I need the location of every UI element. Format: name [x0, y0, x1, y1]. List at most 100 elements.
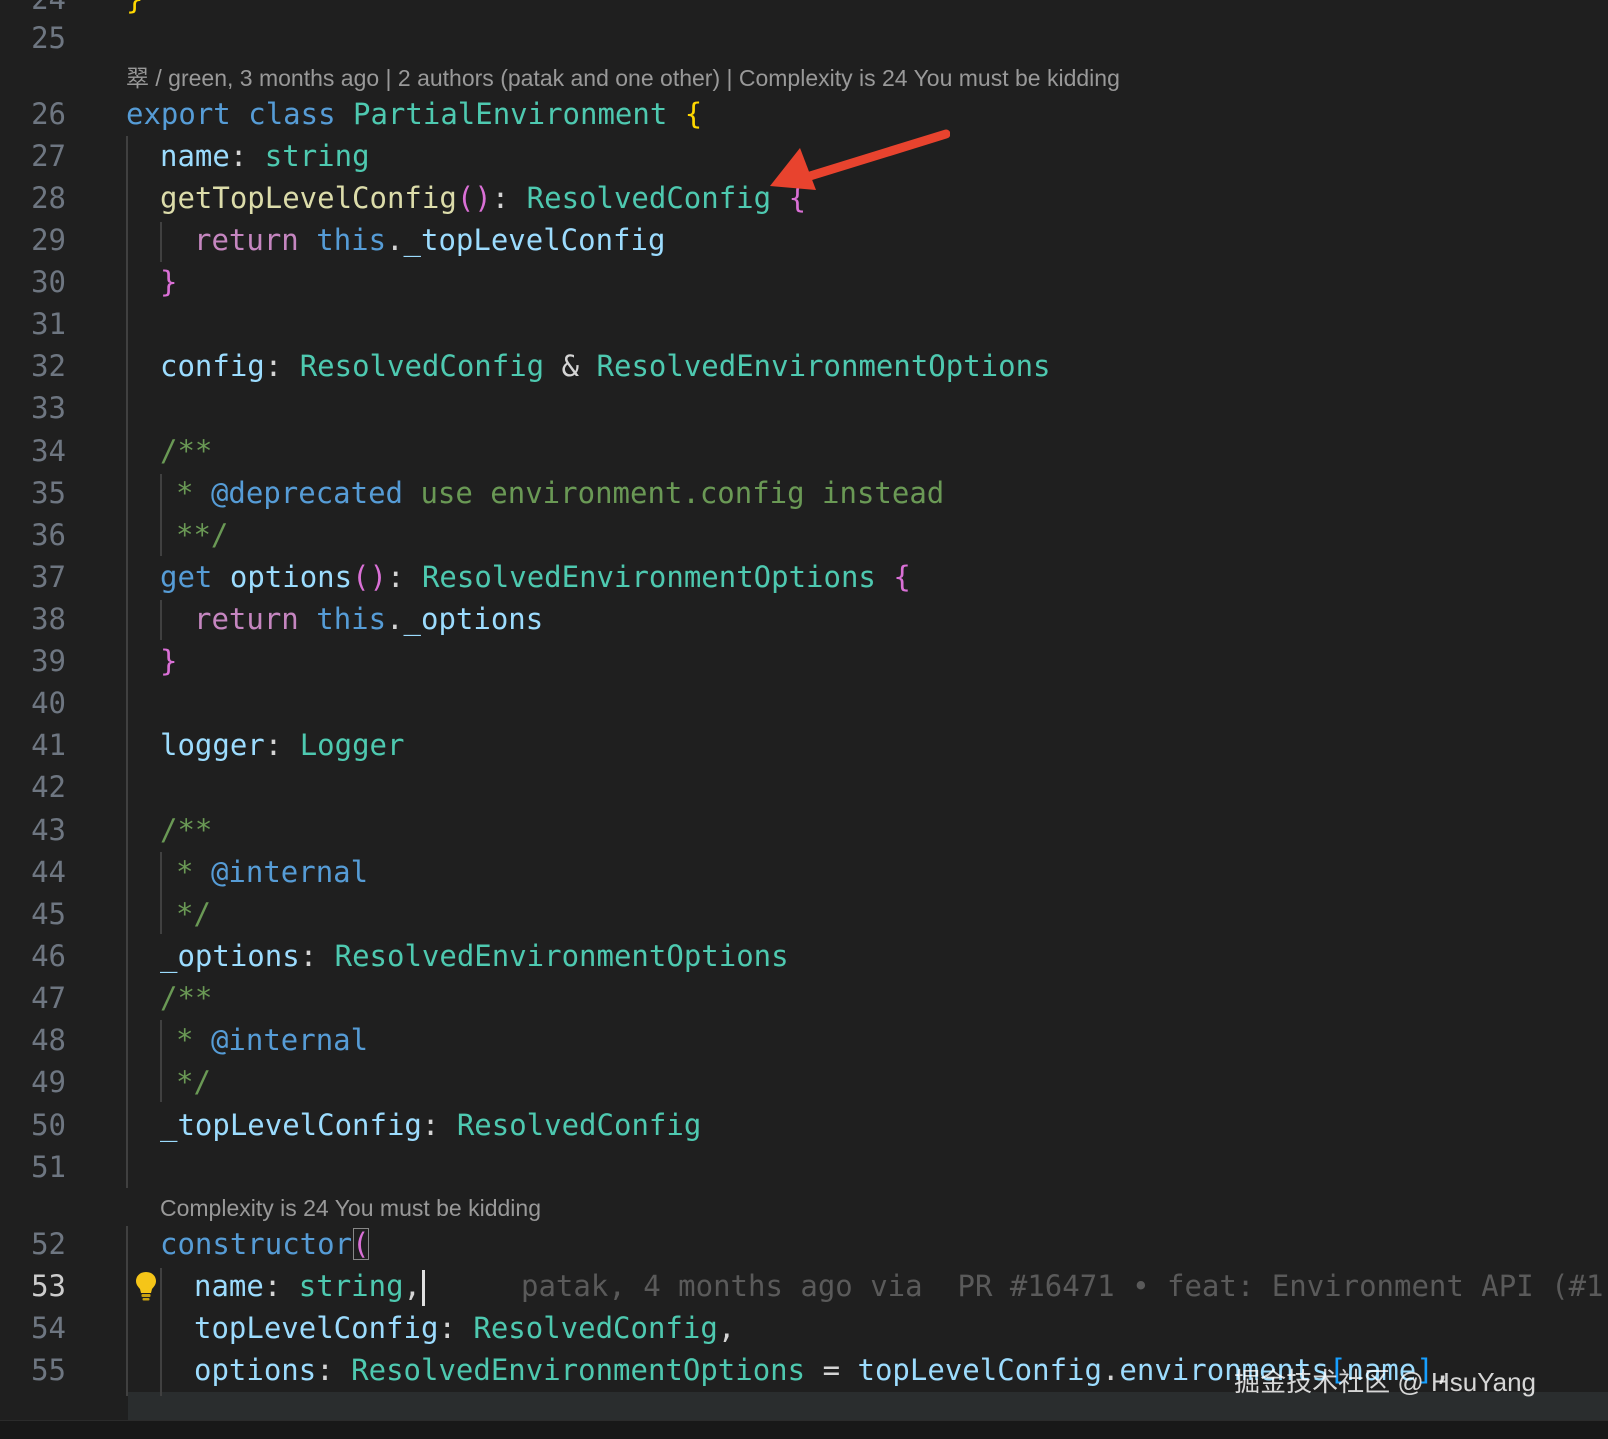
code-line-31[interactable]: 31	[0, 303, 1608, 346]
jsdoc-tag: @deprecated	[210, 476, 403, 510]
code-line-42[interactable]: 42	[0, 766, 1608, 809]
line-number: 48	[31, 1023, 66, 1057]
colon: :	[263, 1269, 282, 1303]
comment: /**	[160, 813, 213, 847]
colon: :	[299, 939, 318, 973]
indent-guide	[160, 852, 162, 934]
keyword-export: export	[126, 97, 231, 131]
line-number: 43	[31, 813, 66, 847]
comment: /**	[160, 981, 213, 1015]
dot: .	[1101, 1353, 1120, 1387]
line-number: 46	[31, 939, 66, 973]
colon: :	[264, 349, 283, 383]
code-line-32[interactable]: 32 config: ResolvedConfig & ResolvedEnvi…	[0, 345, 1608, 388]
keyword-return: return	[194, 602, 299, 636]
param-name: options	[194, 1353, 317, 1387]
status-bar	[0, 1420, 1608, 1439]
code-line-36[interactable]: 36 **/	[0, 514, 1608, 557]
code-line-52[interactable]: 52 constructor(	[0, 1223, 1608, 1266]
type-name: ResolvedEnvironmentOptions	[596, 349, 1051, 383]
code-line-40[interactable]: 40	[0, 682, 1608, 725]
code-line-49[interactable]: 49 */	[0, 1061, 1608, 1104]
line-number: 38	[31, 602, 66, 636]
type-name: ResolvedEnvironmentOptions	[421, 560, 876, 594]
code-line-47[interactable]: 47 /**	[0, 977, 1608, 1020]
line-number: 26	[31, 97, 66, 131]
code-line-44[interactable]: 44 * @internal	[0, 851, 1608, 894]
line-number: 51	[31, 1150, 66, 1184]
indent-guide	[160, 474, 162, 556]
complexity-codelens[interactable]: Complexity is 24 You must be kidding	[160, 1188, 541, 1228]
property-name: name	[160, 139, 230, 173]
comment: *	[176, 476, 194, 510]
type-name: string	[298, 1269, 404, 1303]
type-name: ResolvedConfig	[473, 1311, 718, 1345]
code-line-35[interactable]: 35 * @deprecated use environment.config …	[0, 472, 1608, 515]
line-number: 54	[31, 1311, 66, 1345]
code-line-38[interactable]: 38 return this._options	[0, 598, 1608, 641]
inline-git-blame: patak, 4 months ago via PR #16471 • feat…	[521, 1269, 1604, 1303]
line-number: 31	[31, 307, 66, 341]
red-arrow-annotation	[770, 129, 950, 190]
assign-operator: =	[822, 1353, 841, 1387]
indent-guide	[126, 136, 128, 1188]
keyword-class: class	[248, 97, 336, 131]
colon: :	[264, 728, 283, 762]
code-line-39[interactable]: 39 }	[0, 640, 1608, 683]
keyword-return: return	[194, 223, 299, 257]
line-number: 44	[31, 855, 66, 889]
code-line-34[interactable]: 34 /**	[0, 430, 1608, 473]
line-number: 30	[31, 265, 66, 299]
code-line-51[interactable]: 51	[0, 1146, 1608, 1189]
code-line-45[interactable]: 45 */	[0, 893, 1608, 936]
jsdoc-tag: @internal	[210, 1023, 369, 1057]
lightbulb-icon[interactable]	[134, 1270, 158, 1302]
identifier: topLevelConfig	[857, 1353, 1102, 1387]
code-line-43[interactable]: 43 /**	[0, 809, 1608, 852]
property-name: logger	[160, 728, 265, 762]
comment: use environment.config instead	[420, 476, 945, 510]
comment: /**	[160, 434, 213, 468]
line-number: 45	[31, 897, 66, 931]
keyword-this: this	[316, 223, 387, 257]
method-name: getTopLevelConfig	[160, 181, 457, 215]
parens: ()	[456, 181, 492, 215]
code-line-53[interactable]: 53 name: string, patak, 4 months ago via …	[0, 1265, 1608, 1308]
indent-guide	[160, 1020, 162, 1102]
line-number: 40	[31, 686, 66, 720]
line-number: 39	[31, 644, 66, 678]
comma: ,	[717, 1311, 736, 1345]
line-number: 41	[31, 728, 66, 762]
comment: **/	[176, 518, 229, 552]
code-line-33[interactable]: 33	[0, 387, 1608, 430]
line-number: 29	[31, 223, 66, 257]
code-line-30[interactable]: 30 }	[0, 261, 1608, 304]
type-name: string	[264, 139, 370, 173]
indent-guide	[160, 600, 162, 640]
colon: :	[491, 181, 510, 215]
paren: (	[352, 1227, 370, 1261]
git-blame-codelens[interactable]: 翠 / green, 3 months ago | 2 authors (pat…	[126, 58, 1120, 98]
type-name: ResolvedEnvironmentOptions	[334, 939, 789, 973]
line-number: 34	[31, 434, 66, 468]
code-line-37[interactable]: 37 get options(): ResolvedEnvironmentOpt…	[0, 556, 1608, 599]
code-line-54[interactable]: 54 topLevelConfig: ResolvedConfig,	[0, 1307, 1608, 1350]
getter-name: options	[229, 560, 353, 594]
code-line-48[interactable]: 48 * @internal	[0, 1019, 1608, 1062]
line-number: 35	[31, 476, 66, 510]
code-editor[interactable]: 24 } 25 翠 / green, 3 months ago | 2 auth…	[0, 0, 1608, 1422]
brace: }	[126, 0, 143, 16]
colon: :	[421, 1108, 440, 1142]
line-number: 53	[31, 1269, 66, 1303]
type-name: ResolvedConfig	[526, 181, 772, 215]
code-line-46[interactable]: 46 _options: ResolvedEnvironmentOptions	[0, 935, 1608, 978]
line-number: 27	[31, 139, 66, 173]
brace: }	[160, 644, 178, 678]
code-line-29[interactable]: 29 return this._topLevelConfig	[0, 219, 1608, 262]
code-line-41[interactable]: 41 logger: Logger	[0, 724, 1608, 767]
indent-guide	[126, 1226, 128, 1396]
line-number: 37	[31, 560, 66, 594]
brace: }	[160, 265, 178, 299]
code-line-50[interactable]: 50 _topLevelConfig: ResolvedConfig	[0, 1104, 1608, 1147]
code-line-25[interactable]: 25	[0, 17, 1608, 60]
